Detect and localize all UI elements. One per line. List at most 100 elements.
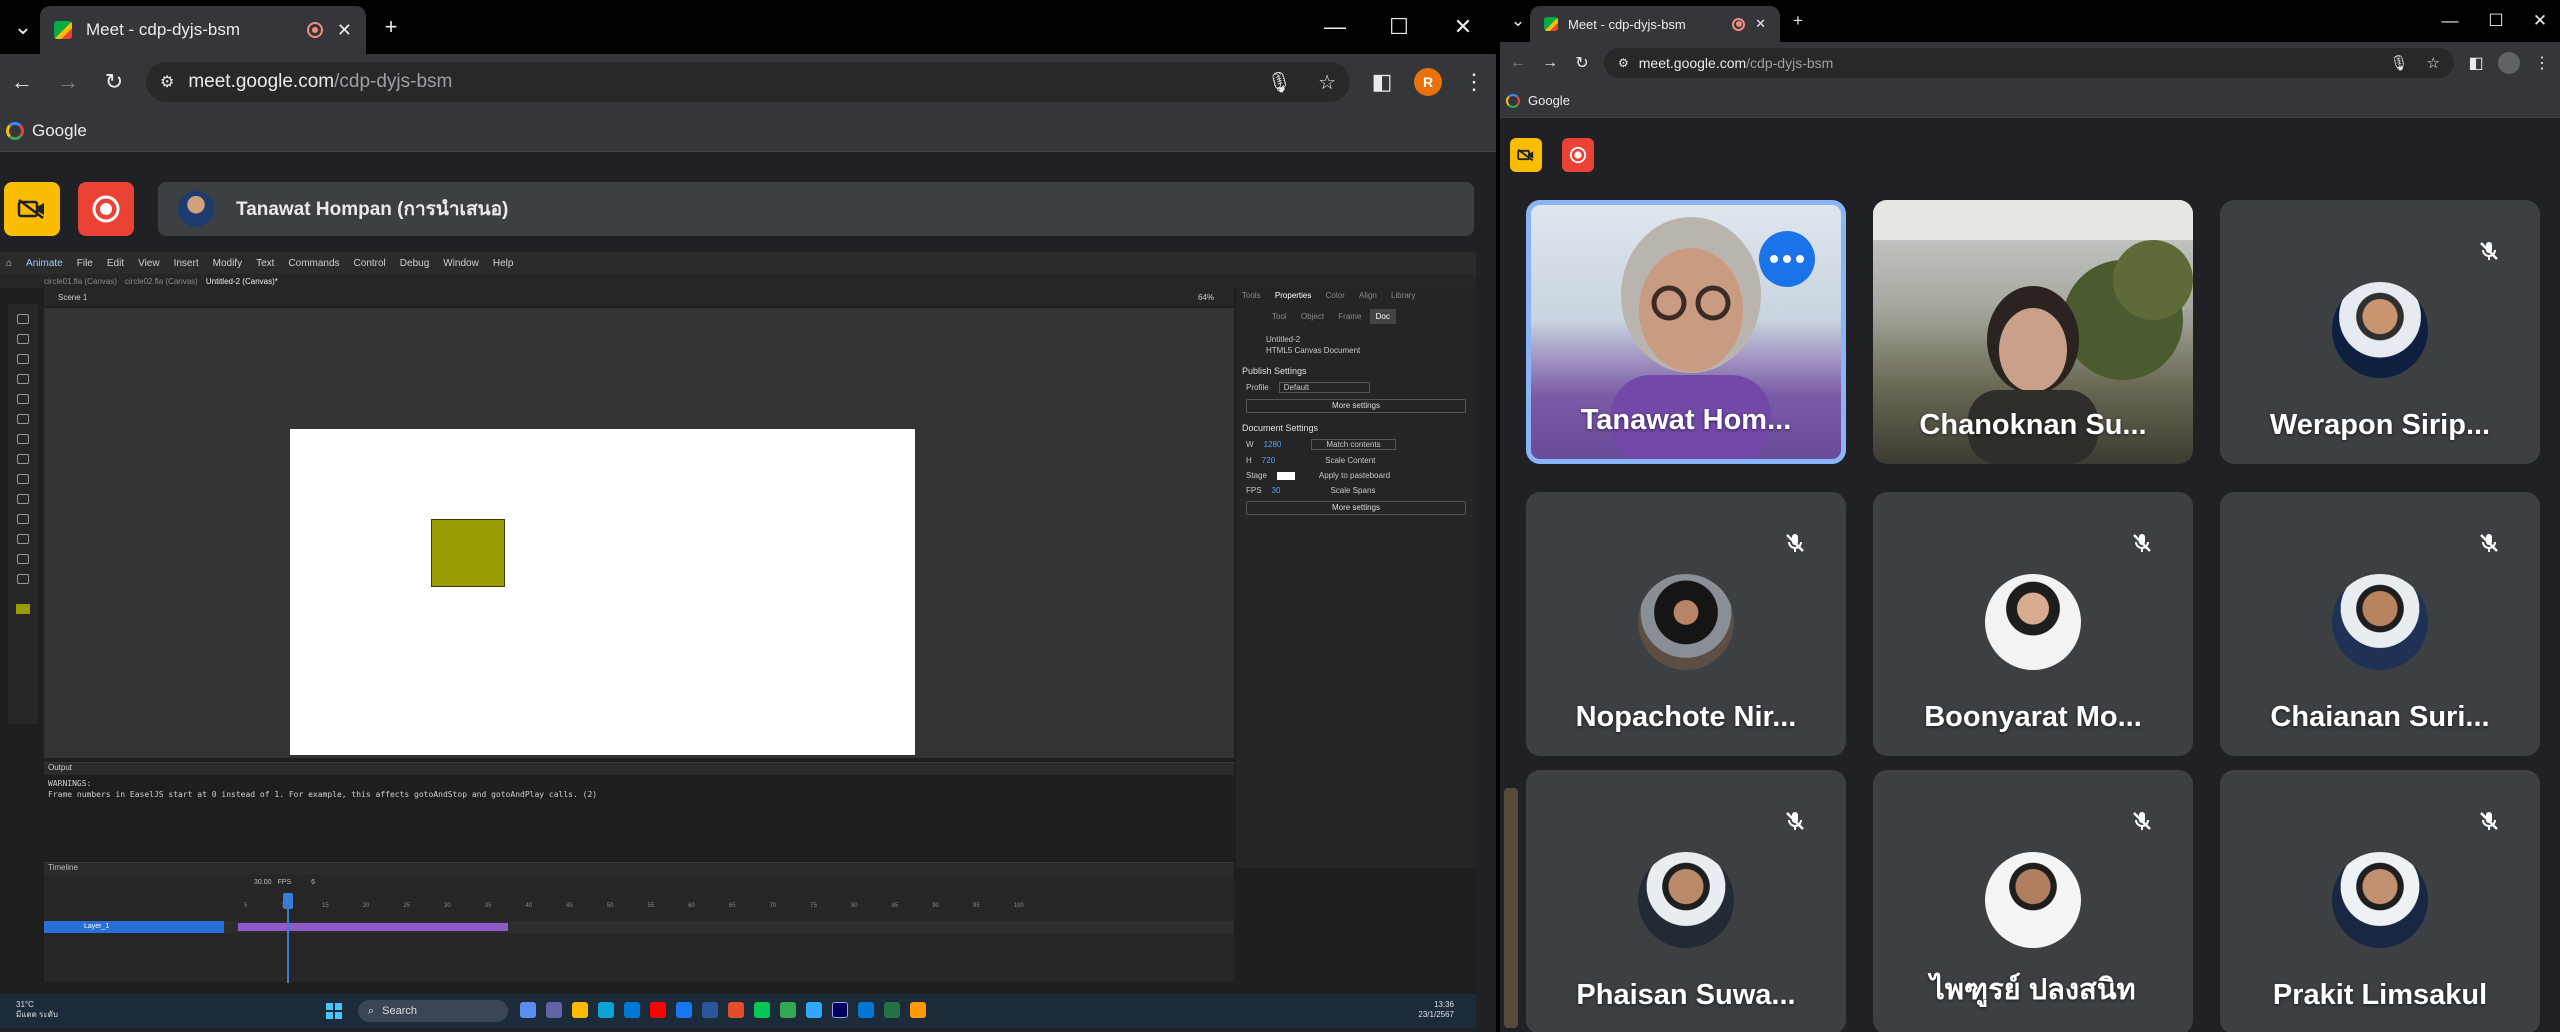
hand-tool-icon [17,554,29,564]
more-options-button[interactable] [1759,231,1815,287]
participant-avatar-8 [1985,852,2081,948]
profile-avatar[interactable]: R [1414,68,1442,96]
minimize-button[interactable]: — [1312,0,1358,54]
site-info-icon-right[interactable]: ⚙ [1618,56,1629,70]
bookmark-star-icon-right[interactable]: ☆ [2427,54,2440,72]
reload-icon[interactable]: ↻ [100,69,128,95]
participant-tile-7[interactable]: Phaisan Suwa... [1526,770,1846,1032]
side-panel-icon[interactable]: ◧ [1368,69,1396,95]
brush-tool-icon [17,374,29,384]
document-settings-heading: Document Settings [1242,423,1319,433]
close-tab-icon-right[interactable]: ✕ [1755,16,1766,32]
back-icon[interactable]: ← [8,69,36,95]
ruler-tick: 15 [322,903,329,909]
mic-off-button[interactable] [2464,518,2514,568]
timeline-layer: Layer_1 [44,921,1234,933]
fps-readout: 30.00 [254,879,272,886]
tab-meet[interactable]: Meet - cdp-dyjs-bsm ✕ [40,6,366,54]
browser-menu-icon-right[interactable]: ⋮ [2532,53,2552,73]
participant-tile-5[interactable]: Boonyarat Mo... [1873,492,2193,756]
ruler-tick: 20 [362,903,370,909]
browser-menu-icon[interactable]: ⋮ [1460,69,1488,95]
participant-name-6: Chaianan Suri... [2270,701,2490,733]
close-tab-icon[interactable]: ✕ [337,20,352,41]
ruler-tick: 95 [973,903,980,909]
shared-screen: ⌂ Animate File Edit View Insert Modify T… [0,252,1476,1028]
mic-off-button[interactable] [1770,796,1820,846]
mic-off-icon [1786,812,1804,830]
participant-avatar-5 [1985,574,2081,670]
back-icon-right[interactable]: ← [1508,54,1528,72]
site-info-icon[interactable]: ⚙ [160,72,174,92]
forward-icon-right[interactable]: → [1540,54,1560,72]
prop-tab-library: Library [1391,291,1416,300]
participant-avatar-4 [1638,574,1734,670]
animate-icon [832,1002,848,1018]
bookmark-google-right[interactable]: Google [1528,93,1570,108]
excel-icon [884,1002,900,1018]
mic-off-button[interactable] [1770,518,1820,568]
forward-icon[interactable]: → [54,69,82,95]
prop-subtab-doc: Doc [1369,309,1396,324]
close-window-button-right[interactable]: ✕ [2522,0,2558,42]
width-value: 1280 [1263,440,1282,449]
mic-off-button[interactable] [2464,226,2514,276]
side-panel-icon-right[interactable]: ◧ [2466,53,2486,73]
address-bar[interactable]: ⚙ meet.google.com/cdp-dyjs-bsm 🎙 ☆ [146,62,1350,102]
edge-icon [598,1002,614,1018]
scale-spans-option: Scale Spans [1330,486,1376,495]
recording-button[interactable] [78,182,134,236]
reload-icon-right[interactable]: ↻ [1572,53,1592,73]
participant-tile-2[interactable]: Chanoknan Su... [1873,200,2193,464]
maximize-button-right[interactable]: ☐ [2478,0,2514,42]
ruler-tick: 50 [606,903,614,909]
fill-color-swatch [16,604,30,614]
stage-color-swatch [1276,471,1295,480]
youtube-icon [650,1002,666,1018]
participant-tile-8[interactable]: ไพฑูรย์ ปลงสนิท [1873,770,2193,1032]
address-bar-right[interactable]: ⚙ meet.google.com/cdp-dyjs-bsm 🎙 ☆ [1604,48,2454,78]
weather-desc: มีแดด ระดับ [16,1010,58,1019]
minimize-button-right[interactable]: — [2432,0,2468,42]
side-tile-edge [1504,788,1518,1028]
new-tab-button[interactable]: + [368,0,414,54]
taskbar-apps [520,1002,926,1018]
profile-avatar-right[interactable] [2498,52,2520,74]
participant-avatar-6 [2332,574,2428,670]
bookmark-google[interactable]: Google [32,121,87,141]
prop-subtab-tool: Tool [1272,312,1287,321]
tab-meet-right[interactable]: Meet - cdp-dyjs-bsm ✕ [1530,6,1780,42]
menu-modify: Modify [212,257,243,269]
microphone-icon[interactable]: 🎙 [1267,70,1292,95]
camera-off-button-right[interactable] [1510,138,1542,172]
camera-off-button[interactable] [4,182,60,236]
participant-name-4: Nopachote Nir... [1575,701,1797,733]
meet-favicon-icon [54,21,72,39]
mic-off-button[interactable] [2117,518,2167,568]
close-window-button[interactable]: ✕ [1440,0,1486,54]
mic-off-button[interactable] [2464,796,2514,846]
mic-off-icon [2480,242,2498,260]
ruler-tick: 25 [403,903,411,909]
outlook-icon [858,1002,874,1018]
mic-off-icon [2133,534,2151,552]
mic-off-button[interactable] [2117,796,2167,846]
participant-tile-9[interactable]: Prakit Limsakul [2220,770,2540,1032]
subselection-tool-icon [17,334,29,344]
participant-tile-6[interactable]: Chaianan Suri... [2220,492,2540,756]
participant-tile-1[interactable]: Tanawat Hom... [1526,200,1846,464]
participant-tile-4[interactable]: Nopachote Nir... [1526,492,1846,756]
recording-icon-right [1732,17,1746,31]
animate-toolbox [8,304,38,724]
recording-button-right[interactable] [1562,138,1594,172]
apply-pasteboard-option: Apply to pasteboard [1318,471,1391,480]
maximize-button[interactable]: ☐ [1376,0,1422,54]
bookmark-star-icon[interactable]: ☆ [1318,70,1336,95]
mic-off-icon [1786,534,1804,552]
microphone-icon-right[interactable]: 🎙 [2390,54,2409,72]
url-host-right: meet.google.com [1638,55,1747,71]
participant-name-7: Phaisan Suwa... [1576,979,1796,1011]
new-tab-button-right[interactable]: + [1780,0,1816,42]
menu-edit: Edit [106,257,125,269]
participant-tile-3[interactable]: Werapon Sirip... [2220,200,2540,464]
